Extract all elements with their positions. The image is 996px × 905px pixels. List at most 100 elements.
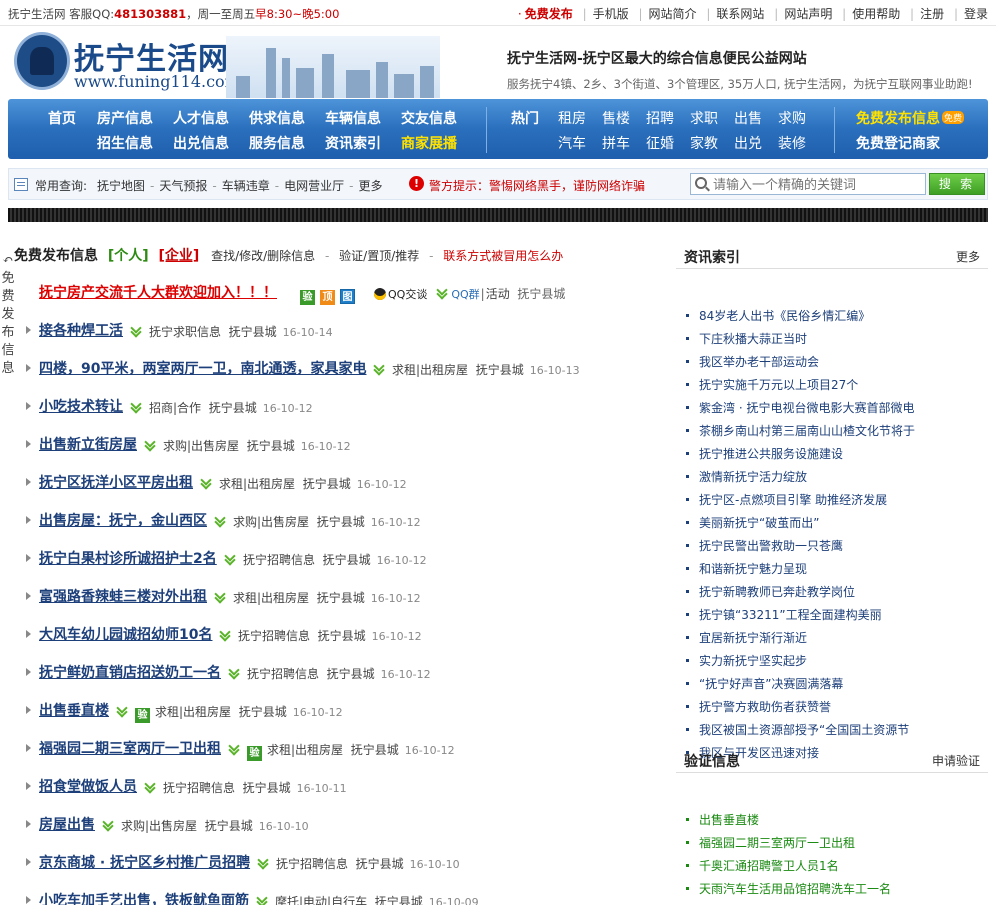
nav-news-index[interactable]: 资讯索引 — [325, 133, 381, 153]
chevron-down-icon[interactable] — [374, 365, 384, 375]
listing-title[interactable]: 出售垂直楼 — [39, 700, 109, 720]
vertical-publish-tab[interactable]: ↶ 免费发布信息 — [0, 252, 16, 422]
nav-home[interactable]: 首页 — [48, 108, 76, 128]
chevron-down-icon[interactable] — [215, 593, 225, 603]
listing-title[interactable]: 抚宁房产交流千人大群欢迎加入！！！ — [39, 282, 277, 302]
chevron-down-icon[interactable] — [225, 555, 235, 565]
listing-category[interactable]: 抚宁招聘信息 — [247, 667, 319, 681]
chevron-down-icon[interactable] — [145, 441, 155, 451]
listing-title[interactable]: 四楼，90平米，两室两厅一卫，南北通透，家具家电 — [39, 358, 366, 378]
chevron-down-icon[interactable] — [257, 897, 267, 905]
listing-category[interactable]: 抚宁招聘信息 — [238, 629, 310, 643]
query-link-more[interactable]: 更多 — [358, 179, 382, 193]
query-link-map[interactable]: 抚宁地图 — [97, 179, 145, 193]
site-logo[interactable]: 抚宁生活网 www.funing114.com — [12, 28, 440, 98]
listing-title[interactable]: 出售房屋：抚宁，金山西区 — [39, 510, 207, 530]
chevron-down-icon[interactable] — [229, 745, 239, 755]
query-link-weather[interactable]: 天气预报 — [159, 179, 207, 193]
listing-category[interactable]: 抚宁招聘信息 — [163, 781, 235, 795]
hot-link-tutoring[interactable]: 家教 — [690, 133, 718, 153]
top-link-about[interactable]: 网站简介 — [649, 7, 697, 21]
listing-title[interactable]: 抚宁鲜奶直销店招送奶工一名 — [39, 662, 221, 682]
top-link-publish[interactable]: 免费发布 — [525, 7, 573, 21]
listing-category[interactable]: 摩托|电动|自行车 — [275, 895, 367, 905]
chevron-down-icon[interactable] — [220, 631, 230, 641]
listing-category[interactable]: 求租|出租房屋 — [155, 705, 231, 719]
hot-link-cars[interactable]: 汽车 — [558, 133, 586, 153]
chevron-down-icon[interactable] — [229, 669, 239, 679]
nav-dating[interactable]: 交友信息 — [401, 108, 457, 128]
listing-category[interactable]: 抚宁招聘信息 — [243, 553, 315, 567]
nav-vehicles[interactable]: 车辆信息 — [325, 108, 381, 128]
search-button[interactable]: 搜 索 — [929, 173, 985, 195]
listing-category[interactable]: 活动 — [486, 287, 510, 301]
nav-transfer[interactable]: 出兑信息 — [173, 133, 229, 153]
top-link-mobile[interactable]: 手机版 — [593, 7, 629, 21]
top-link-help[interactable]: 使用帮助 — [852, 7, 900, 21]
listing-category[interactable]: 招商|合作 — [149, 401, 201, 415]
listing-title[interactable]: 京东商城 · 抚宁区乡村推广员招聘 — [39, 852, 250, 872]
nav-jobs[interactable]: 人才信息 — [173, 108, 229, 128]
qq-group-link[interactable]: QQ群 — [451, 288, 479, 301]
service-qq[interactable]: 481303881 — [114, 7, 186, 21]
hot-link-sale-building[interactable]: 售楼 — [602, 108, 630, 128]
chevron-down-icon[interactable] — [103, 821, 113, 831]
nav-register-merchant[interactable]: 免费登记商家 — [856, 133, 940, 153]
police-warning[interactable]: 警方提示：警惕网络黑手，谨防网络诈骗 — [429, 177, 645, 194]
listing-title[interactable]: 抚宁白果村诊所诚招护士2名 — [39, 548, 217, 568]
listing-title[interactable]: 大风车幼儿园诚招幼师10名 — [39, 624, 212, 644]
listing-title[interactable]: 富强路香辣蛙三楼对外出租 — [39, 586, 207, 606]
search-input[interactable] — [690, 173, 926, 195]
listing-title[interactable]: 小吃技术转让 — [39, 396, 123, 416]
nav-housing[interactable]: 房产信息 — [97, 108, 153, 128]
chevron-down-icon[interactable] — [117, 707, 127, 717]
listing-category[interactable]: 求租|出租房屋 — [219, 477, 295, 491]
tab-company[interactable]: [企业] — [158, 248, 199, 264]
chevron-down-icon[interactable] — [131, 403, 141, 413]
hot-link-job-seeking[interactable]: 求职 — [690, 108, 718, 128]
top-link-login[interactable]: 登录 — [964, 7, 988, 21]
top-link-contact[interactable]: 联系网站 — [716, 7, 764, 21]
verify-top-link[interactable]: 验证/置顶/推荐 — [339, 249, 419, 263]
listing-category[interactable]: 求租|出租房屋 — [267, 743, 343, 757]
manage-listing-link[interactable]: 查找/修改/删除信息 — [211, 249, 315, 263]
nav-enrollment[interactable]: 招生信息 — [97, 133, 153, 153]
nav-merchants[interactable]: 商家展播 — [401, 133, 457, 153]
top-link-register[interactable]: 注册 — [920, 7, 944, 21]
qq-chat-button[interactable]: QQ交谈 — [374, 286, 427, 302]
listing-category[interactable]: 抚宁招聘信息 — [276, 857, 348, 871]
query-link-traffic[interactable]: 车辆违章 — [222, 179, 270, 193]
listing-category[interactable]: 求购|出售房屋 — [121, 819, 197, 833]
listing-title[interactable]: 抚宁区抚洋小区平房出租 — [39, 472, 193, 492]
hot-link-rent[interactable]: 租房 — [558, 108, 586, 128]
apply-verify-link[interactable]: 申请验证 — [932, 752, 980, 769]
listing-category[interactable]: 求购|出售房屋 — [163, 439, 239, 453]
top-link-statement[interactable]: 网站声明 — [784, 7, 832, 21]
listing-title[interactable]: 福强园二期三室两厅一卫出租 — [39, 738, 221, 758]
hot-link-sell[interactable]: 出售 — [734, 108, 762, 128]
chevron-down-icon[interactable] — [258, 859, 268, 869]
hot-link-hiring[interactable]: 招聘 — [646, 108, 674, 128]
query-link-power[interactable]: 电网营业厅 — [284, 179, 344, 193]
nav-publish-free[interactable]: 免费发布信息 免费 — [856, 108, 965, 128]
listing-title[interactable]: 招食堂做饭人员 — [39, 776, 137, 796]
chevron-down-icon[interactable] — [131, 327, 141, 337]
hot-link-marriage[interactable]: 征婚 — [646, 133, 674, 153]
chevron-down-icon[interactable] — [201, 479, 211, 489]
listing-category[interactable]: 抚宁求职信息 — [149, 325, 221, 339]
listing-category[interactable]: 求租|出租房屋 — [392, 363, 468, 377]
news-more-link[interactable]: 更多 — [956, 248, 980, 265]
hot-link-decoration[interactable]: 装修 — [778, 133, 806, 153]
hot-link-carpool[interactable]: 拼车 — [602, 133, 630, 153]
nav-services[interactable]: 服务信息 — [249, 133, 305, 153]
nav-supply[interactable]: 供求信息 — [249, 108, 305, 128]
listing-category[interactable]: 求租|出租房屋 — [233, 591, 309, 605]
listing-title[interactable]: 出售新立街房屋 — [39, 434, 137, 454]
hot-link-buy[interactable]: 求购 — [778, 108, 806, 128]
misuse-help-link[interactable]: 联系方式被冒用怎么办 — [443, 249, 563, 263]
listing-title[interactable]: 小吃车加手艺出售，铁板鱿鱼面筋 — [39, 890, 249, 905]
listing-title[interactable]: 房屋出售 — [39, 814, 95, 834]
listing-title[interactable]: 接各种焊工活 — [39, 320, 123, 340]
hot-link-transfer[interactable]: 出兑 — [734, 133, 762, 153]
tab-personal[interactable]: [个人] — [108, 248, 149, 264]
